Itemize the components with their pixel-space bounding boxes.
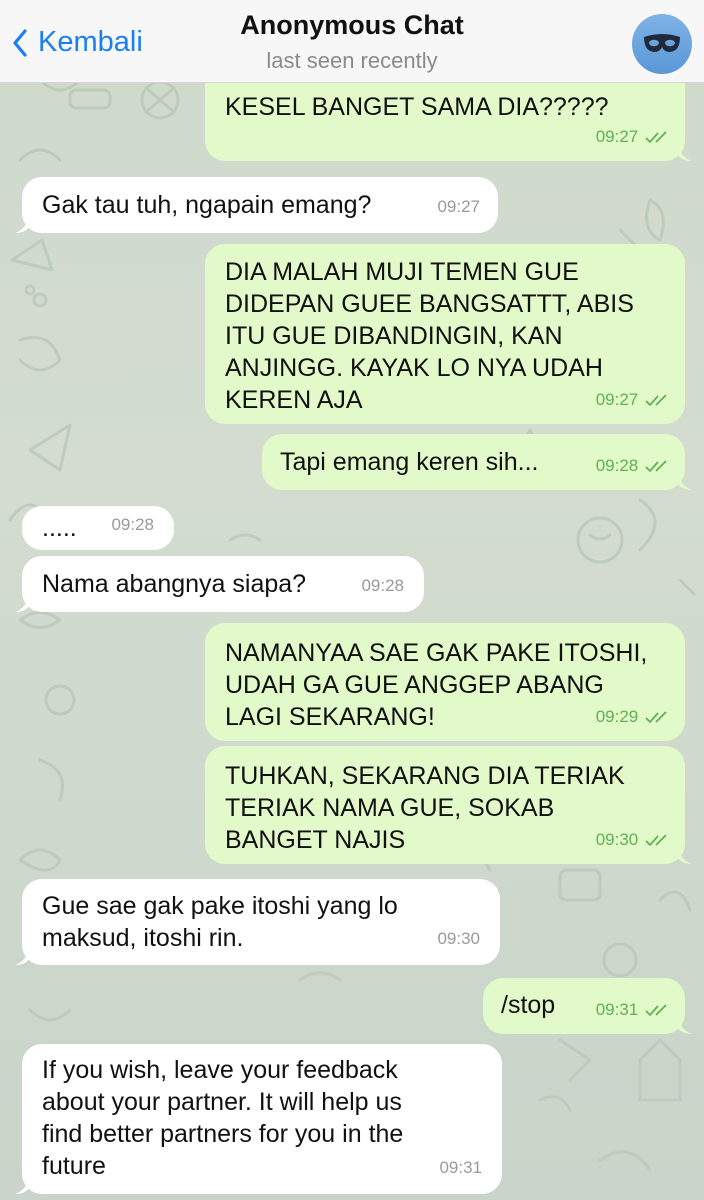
message-time: 09:27 <box>595 127 639 146</box>
bubble-tail <box>15 947 29 965</box>
message-text: ..... <box>42 514 77 542</box>
message-time: 09:30 <box>595 830 639 849</box>
message-list[interactable]: GUE NGAPAIN SAMPE GUEEE KESEL BANGET SAM… <box>0 0 704 1200</box>
message-text: Nama abangnya siapa? <box>42 570 307 598</box>
message-time: 09:30 <box>437 929 480 948</box>
message-meta: 09:28 <box>596 450 669 482</box>
message-bubble-outgoing[interactable]: /stop 09:31 <box>483 978 692 1034</box>
message-meta: 09:31 <box>596 994 669 1026</box>
bubble-tail <box>15 594 29 612</box>
chat-status: last seen recently <box>266 48 438 73</box>
bubble-tail <box>678 1016 692 1034</box>
message-bubble-outgoing[interactable]: Tapi emang keren sih... 09:28 <box>262 434 692 490</box>
bubble-tail <box>15 215 29 233</box>
double-check-icon <box>645 130 667 143</box>
message-text: TUHKAN, SEKARANG DIA TERIAK TERIAK NAMA … <box>225 762 625 854</box>
bubble-tail <box>678 846 692 864</box>
double-check-icon <box>645 1003 667 1016</box>
message-time: 09:31 <box>595 1000 639 1019</box>
message-bubble-outgoing[interactable]: TUHKAN, SEKARANG DIA TERIAK TERIAK NAMA … <box>205 746 692 864</box>
double-check-icon <box>645 710 667 723</box>
message-text: Tapi emang keren sih... <box>280 448 539 476</box>
message-time: 09:28 <box>595 456 639 475</box>
message-text: Gue sae gak pake itoshi yang lo maksud, … <box>42 892 398 952</box>
double-check-icon <box>645 833 667 846</box>
message-time: 09:31 <box>439 1158 482 1177</box>
double-check-icon <box>645 459 667 472</box>
message-bubble-outgoing[interactable]: DIA MALAH MUJI TEMEN GUE DIDEPAN GUEE BA… <box>205 244 685 424</box>
message-text: If you wish, leave your feedback about y… <box>42 1056 404 1180</box>
avatar[interactable] <box>632 14 692 74</box>
bubble-tail <box>678 472 692 490</box>
message-text: Gak tau tuh, ngapain emang? <box>42 191 372 219</box>
message-bubble-incoming[interactable]: ..... 09:28 <box>22 506 174 550</box>
chat-header: Kembali Anonymous Chat last seen recentl… <box>0 0 704 83</box>
message-text: DIA MALAH MUJI TEMEN GUE DIDEPAN GUEE BA… <box>225 258 634 414</box>
bubble-tail <box>678 143 692 161</box>
message-bubble-incoming[interactable]: Gak tau tuh, ngapain emang? 09:27 <box>15 177 498 233</box>
message-text: NAMANYAA SAE GAK PAKE ITOSHI, UDAH GA GU… <box>225 639 648 731</box>
message-meta: 09:27 <box>596 121 669 153</box>
chat-title[interactable]: Anonymous Chat <box>0 10 704 41</box>
message-time: 09:27 <box>437 197 480 216</box>
message-meta: 09:30 <box>596 824 669 856</box>
message-time: 09:27 <box>595 390 639 409</box>
message-text: /stop <box>501 991 556 1019</box>
message-time: 09:28 <box>111 515 154 534</box>
message-time: 09:29 <box>595 707 639 726</box>
message-bubble-incoming[interactable]: Gue sae gak pake itoshi yang lo maksud, … <box>15 879 500 965</box>
message-time: 09:28 <box>361 576 404 595</box>
message-meta: 09:27 <box>596 384 669 416</box>
mask-icon <box>644 34 680 52</box>
bubble-tail <box>15 1176 29 1194</box>
message-bubble-outgoing[interactable]: NAMANYAA SAE GAK PAKE ITOSHI, UDAH GA GU… <box>205 623 685 741</box>
double-check-icon <box>645 393 667 406</box>
message-bubble-incoming[interactable]: If you wish, leave your feedback about y… <box>15 1044 502 1194</box>
message-meta: 09:29 <box>596 701 669 733</box>
message-bubble-incoming[interactable]: Nama abangnya siapa? 09:28 <box>15 556 424 612</box>
